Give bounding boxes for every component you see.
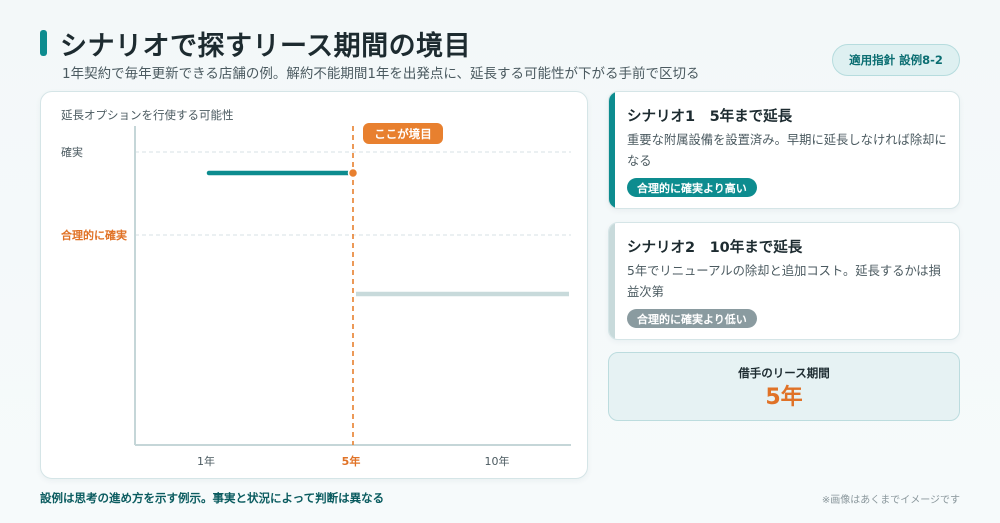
scenario-card-2: シナリオ2 10年まで延長 5年でリニューアルの除却と追加コスト。延長するかは損… bbox=[608, 222, 960, 340]
scenario-1-pill: 合理的に確実より高い bbox=[627, 178, 757, 197]
boundary-point bbox=[347, 167, 359, 179]
scenario-1-title: シナリオ1 5年まで延長 bbox=[627, 109, 793, 125]
level-label-mid: 合理的に確実 bbox=[61, 228, 127, 242]
page-subtitle: 1年契約で毎年更新できる店舗の例。解約不能期間1年を出発点に、延長する可能性が下… bbox=[62, 66, 700, 82]
chart-svg: 延長オプションを行使する可能性 確実 合理的に確実 ここが境目 1年 5年 10… bbox=[61, 108, 571, 468]
title-accent-bar bbox=[40, 30, 47, 56]
footer-note: 設例は思考の進め方を示す例示。事実と状況によって判断は異なる bbox=[40, 491, 385, 505]
scenario-2-title: シナリオ2 10年まで延長 bbox=[627, 240, 803, 256]
x-tick-1: 1年 bbox=[197, 454, 215, 468]
scenario-2-text: 5年でリニューアルの除却と追加コスト。延長するかは損益次第 bbox=[627, 264, 941, 299]
result-value: 5年 bbox=[765, 385, 803, 410]
boundary-tag-label: ここが境目 bbox=[374, 127, 432, 141]
scenario-2-accent bbox=[609, 223, 615, 339]
x-tick-5: 5年 bbox=[342, 454, 361, 468]
footer-disclaimer: ※画像はあくまでイメージです bbox=[821, 495, 960, 506]
scenario-1-accent bbox=[609, 92, 615, 208]
x-tick-10: 10年 bbox=[485, 454, 510, 468]
scenario-2-pill: 合理的に確実より低い bbox=[627, 309, 757, 328]
chart-card: 延長オプションを行使する可能性 確実 合理的に確実 ここが境目 1年 5年 10… bbox=[40, 91, 588, 479]
result-box: 借手のリース期間 5年 bbox=[608, 352, 960, 421]
scenario-card-1: シナリオ1 5年まで延長 重要な附属設備を設置済み。早期に延長しなければ除却にな… bbox=[608, 91, 960, 209]
reference-badge: 適用指針 設例8-2 bbox=[832, 44, 960, 76]
level-label-high: 確実 bbox=[61, 145, 83, 159]
page-title: シナリオで探すリース期間の境目 bbox=[60, 31, 472, 62]
chart-ylabel: 延長オプションを行使する可能性 bbox=[61, 108, 234, 122]
scenario-1-text: 重要な附属設備を設置済み。早期に延長しなければ除却になる bbox=[627, 133, 947, 168]
